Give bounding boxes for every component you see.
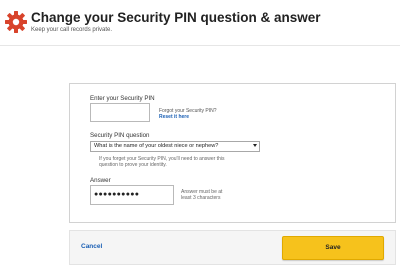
save-button[interactable]: Save [282, 236, 384, 260]
gear-icon [5, 11, 27, 33]
security-question-value: What is the name of your oldest niece or… [94, 143, 219, 149]
answer-hint: Answer must be at least 3 characters [181, 189, 223, 202]
page-subtitle: Keep your call records private. [31, 27, 113, 33]
reset-pin-link[interactable]: Reset it here [159, 114, 189, 120]
answer-label: Answer [90, 177, 111, 184]
question-help-text: If you forget your Security PIN, you'll … [99, 156, 225, 169]
chevron-down-icon [253, 144, 257, 147]
security-pin-form: Enter your Security PIN Forgot your Secu… [69, 83, 396, 223]
page-title: Change your Security PIN question & answ… [31, 10, 321, 25]
security-pin-input[interactable] [90, 103, 150, 122]
security-question-select[interactable]: What is the name of your oldest niece or… [90, 141, 260, 152]
header-divider [0, 45, 400, 46]
cancel-button[interactable]: Cancel [81, 243, 102, 250]
form-actions: Cancel Save [69, 230, 396, 265]
pin-label: Enter your Security PIN [90, 95, 155, 102]
page-header: Change your Security PIN question & answ… [0, 0, 400, 44]
answer-input[interactable]: ●●●●●●●●●● [90, 185, 174, 205]
question-label: Security PIN question [90, 132, 150, 139]
